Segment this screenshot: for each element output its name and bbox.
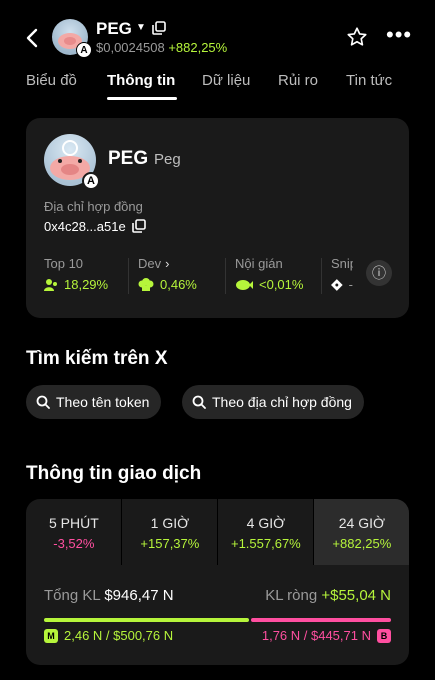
stat-label: Nội gián	[235, 256, 283, 271]
buy-badge-icon: M	[44, 628, 58, 643]
total-volume: Tổng KL $946,47 N	[44, 587, 174, 604]
search-by-address-button[interactable]: Theo địa chỉ hợp đồng	[182, 385, 364, 419]
stat-sniper[interactable]: Snip -	[331, 256, 353, 292]
search-x-title: Tìm kiếm trên X	[26, 348, 168, 369]
top-bar: A PEG ▼ $0,0024508 +882,25% •••	[0, 0, 435, 72]
crosshair-icon	[331, 278, 343, 291]
stat-value: -	[348, 277, 353, 292]
tab-data[interactable]: Dữ liệu	[202, 72, 250, 89]
period-5m[interactable]: 5 PHÚT -3,52%	[26, 499, 122, 565]
token-name: Peg	[154, 151, 181, 168]
period-label: 24 GIỜ	[338, 515, 385, 531]
buy-stats: M 2,46 N / $500,76 N	[44, 628, 173, 643]
period-1h[interactable]: 1 GIỜ +157,37%	[122, 499, 218, 565]
tab-chart[interactable]: Biểu đồ	[26, 72, 77, 89]
contract-address[interactable]: 0x4c28...a51e	[44, 219, 126, 234]
sell-badge-icon: B	[377, 628, 391, 643]
net-volume: KL ròng +$55,04 N	[265, 587, 391, 604]
search-by-name-label: Theo tên token	[56, 394, 150, 410]
chef-hat-icon	[138, 277, 154, 291]
net-volume-value: +$55,04 N	[321, 587, 391, 604]
period-4h[interactable]: 4 GIỜ +1.557,67%	[218, 499, 314, 565]
net-volume-label: KL ròng	[265, 587, 318, 604]
sell-stats: 1,76 N / $445,71 N B	[262, 628, 391, 643]
stat-insider[interactable]: Nội gián <0,01%	[235, 256, 303, 292]
token-avatar-large: A	[44, 134, 100, 190]
tab-active-indicator	[107, 97, 177, 100]
total-volume-value: $946,47 N	[104, 587, 174, 604]
search-by-address-label: Theo địa chỉ hợp đồng	[212, 394, 352, 410]
stat-top10[interactable]: Top 10 18,29%	[44, 256, 108, 292]
more-icon[interactable]: •••	[386, 24, 412, 46]
period-value: -3,52%	[53, 536, 95, 551]
sell-volume-bar	[251, 618, 391, 622]
holders-icon	[44, 278, 57, 291]
star-icon[interactable]	[346, 26, 368, 48]
chain-badge-icon: A	[76, 42, 92, 58]
tab-risk[interactable]: Rủi ro	[278, 72, 318, 89]
token-info-card: A PEG Peg Địa chỉ hợp đồng 0x4c28...a51e…	[26, 118, 409, 318]
divider	[321, 258, 322, 294]
search-icon	[192, 395, 206, 409]
trade-info-title: Thông tin giao dịch	[26, 463, 202, 484]
contract-label: Địa chỉ hợp đồng	[44, 199, 143, 214]
fish-icon	[236, 279, 253, 290]
divider	[225, 258, 226, 294]
period-label: 1 GIỜ	[150, 515, 190, 531]
period-value: +157,37%	[140, 536, 200, 551]
header-price: $0,0024508	[96, 40, 165, 55]
copy-icon[interactable]	[132, 219, 146, 233]
chevron-right-icon: ›	[165, 256, 170, 271]
header-price-line: $0,0024508 +882,25%	[96, 40, 227, 55]
search-by-name-button[interactable]: Theo tên token	[26, 385, 162, 419]
period-label: 5 PHÚT	[48, 515, 99, 531]
tab-news[interactable]: Tin tức	[346, 72, 392, 89]
stat-value: <0,01%	[259, 277, 304, 292]
token-avatar: A	[52, 19, 92, 58]
info-icon[interactable]: ⓘ	[366, 260, 392, 286]
stat-value: 0,46%	[160, 277, 197, 292]
divider	[128, 258, 129, 294]
period-label: 4 GIỜ	[246, 515, 286, 531]
caret-down-icon[interactable]: ▼	[136, 22, 146, 33]
header-symbol[interactable]: PEG	[96, 19, 132, 39]
buy-volume-bar	[44, 618, 249, 622]
period-24h[interactable]: 24 GIỜ +882,25%	[314, 499, 409, 565]
trade-info-card: 5 PHÚT -3,52% 1 GIỜ +157,37% 4 GIỜ +1.55…	[26, 499, 409, 665]
header-change: +882,25%	[168, 40, 228, 55]
tab-info[interactable]: Thông tin	[107, 72, 175, 89]
stat-dev[interactable]: Dev › 0,46%	[138, 256, 197, 292]
back-icon[interactable]	[22, 24, 42, 52]
stat-label: Dev	[138, 256, 162, 271]
period-value: +882,25%	[332, 536, 392, 551]
search-icon	[36, 395, 50, 409]
token-symbol: PEG	[108, 148, 149, 169]
chain-badge-icon: A	[82, 172, 100, 190]
buy-stats-text: 2,46 N / $500,76 N	[64, 628, 174, 643]
period-value: +1.557,67%	[230, 536, 301, 551]
copy-icon[interactable]	[152, 21, 166, 35]
sell-stats-text: 1,76 N / $445,71 N	[261, 628, 371, 643]
total-volume-label: Tổng KL	[44, 587, 101, 604]
stat-value: 18,29%	[64, 277, 109, 292]
tab-bar: Biểu đồ Thông tin Dữ liệu Rủi ro Tin tức	[0, 66, 435, 102]
stat-label: Snip	[331, 256, 353, 271]
stat-label: Top 10	[44, 256, 84, 271]
